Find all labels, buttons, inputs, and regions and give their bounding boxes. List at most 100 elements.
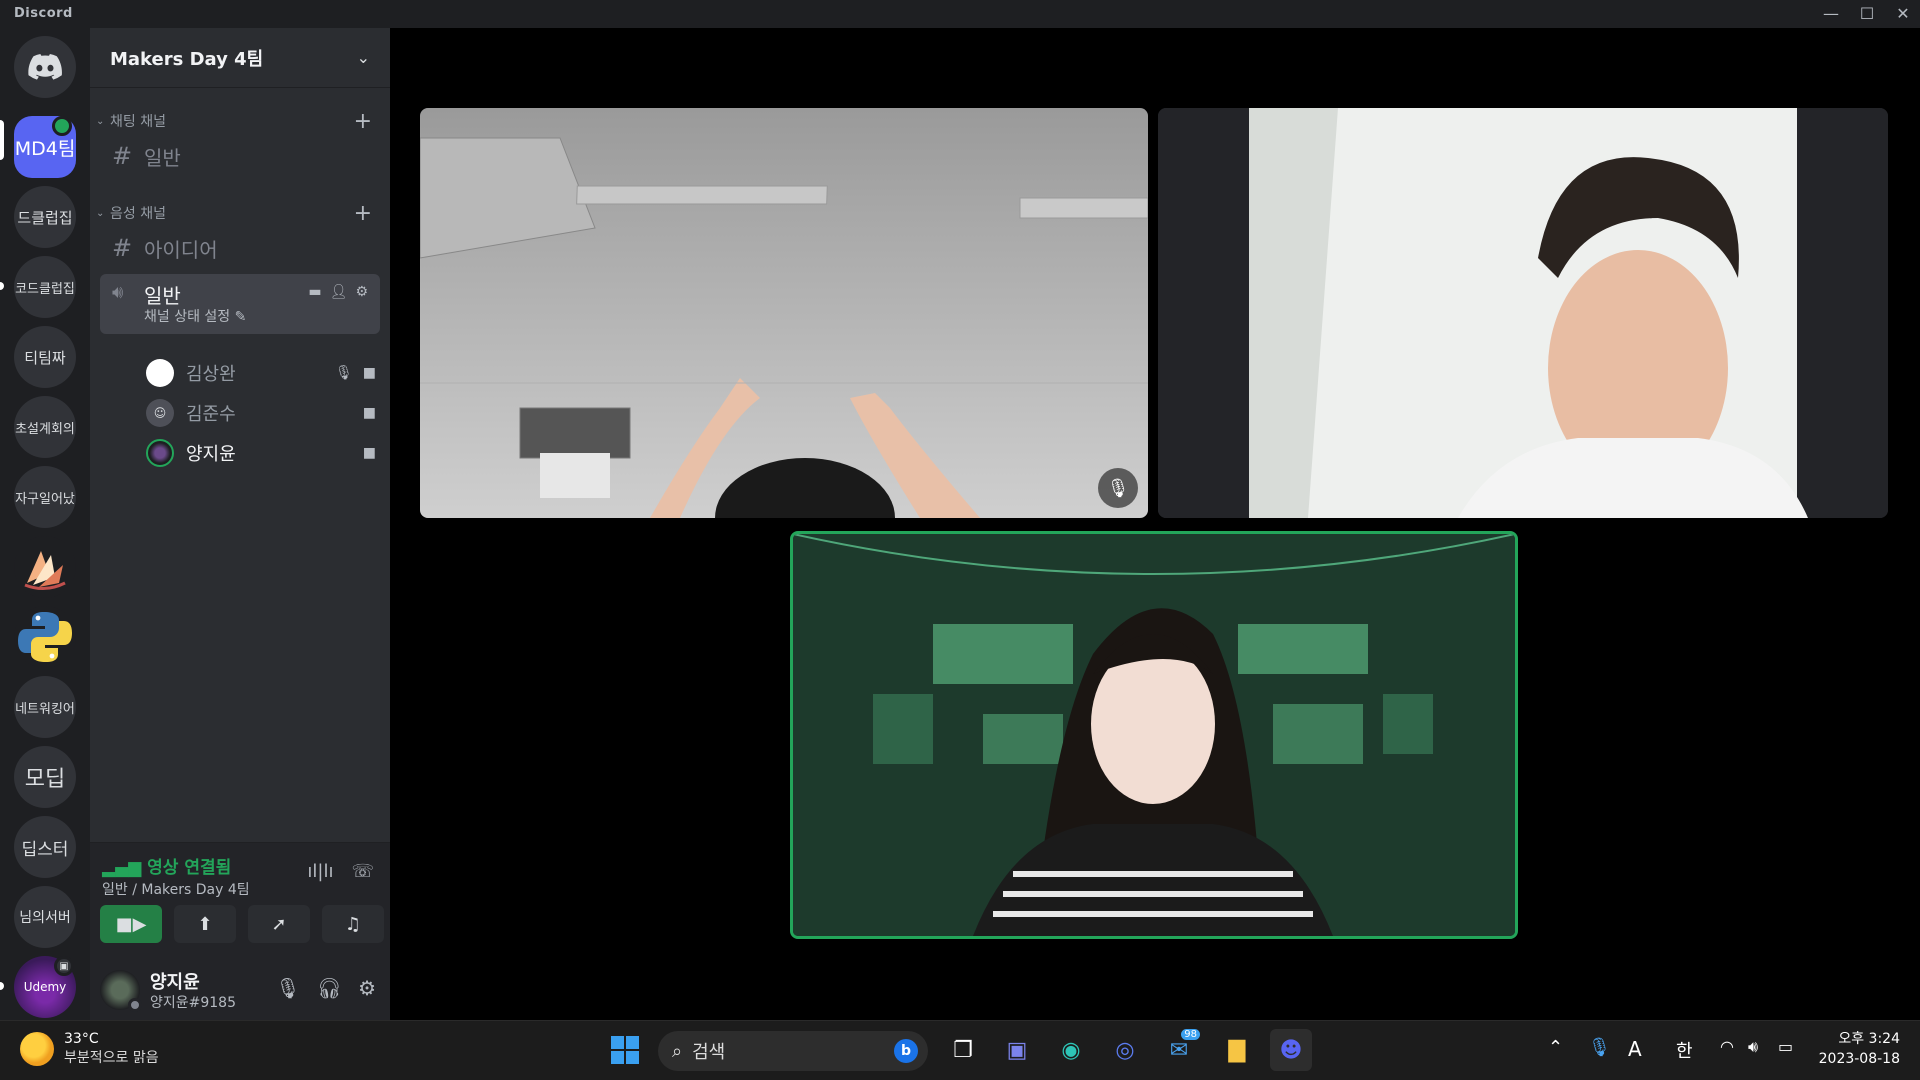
maximize-icon[interactable]: ☐ <box>1850 2 1884 26</box>
video-icon: ■ <box>362 405 376 421</box>
gear-icon[interactable]: ⚙ <box>355 284 368 300</box>
guild-sidebar: MD4팀 드클럽집 코드클럽집 티팀짜 초설계회의 자구일어났 네트워킹어 모딥… <box>0 28 90 1020</box>
user-tag: 양지윤#9185 <box>150 995 236 1011</box>
video-tile[interactable]: 🎙︎ <box>420 108 1148 518</box>
microphone-tray-icon[interactable]: 🎙︎ <box>1588 1037 1611 1058</box>
mic-muted-icon: 🎙︎ <box>1098 468 1138 508</box>
category-label: 음성 채널 <box>110 206 166 222</box>
settings-gear-icon[interactable]: ⚙ <box>358 976 376 1000</box>
voice-status: ▂▄▆ 영상 연결됨 <box>102 853 231 878</box>
channel-text-general[interactable]: # 일반 <box>100 138 380 174</box>
weather-temp: 33°C <box>64 1031 99 1047</box>
channel-name: 일반 <box>144 284 181 308</box>
discord-taskbar-icon[interactable]: ☻ <box>1270 1029 1312 1071</box>
guild-label: 초설계회의 <box>15 421 75 437</box>
taskbar-search[interactable]: ⌕ 검색 b <box>658 1031 928 1071</box>
guild-item[interactable]: 딥스터 <box>14 816 76 878</box>
speaker-icon: 🔊︎ <box>112 282 124 303</box>
chevron-up-icon[interactable]: ⌃ <box>1548 1037 1563 1058</box>
guild-item[interactable]: 네트워킹어 <box>14 676 76 738</box>
taskbar: 33°C 부분적으로 맑음 ⌕ 검색 b ❐ ▣ ◉ ◎ ✉ 98 ▇ ☻ ⌃ … <box>0 1020 1920 1080</box>
server-header[interactable]: Makers Day 4팀 ⌄ <box>90 28 390 88</box>
video-icon: ■ <box>362 365 376 381</box>
server-name: Makers Day 4팀 <box>110 48 264 70</box>
add-channel-icon[interactable]: + <box>354 109 372 134</box>
weather-desc: 부분적으로 맑음 <box>64 1050 159 1066</box>
weather-sun-icon <box>20 1032 54 1066</box>
minimize-icon[interactable]: — <box>1814 2 1848 26</box>
channel-status[interactable]: 채널 상태 설정 ✎ <box>144 306 246 326</box>
guild-label: 코드클럽집 <box>15 281 75 297</box>
category-voice[interactable]: ⌄ 음성 채널 + <box>96 201 380 226</box>
self-video-tile[interactable] <box>790 531 1518 939</box>
discord-home-icon[interactable] <box>14 36 76 98</box>
guild-item[interactable]: 코드클럽집 <box>14 256 76 318</box>
guild-label: MD4팀 <box>14 137 76 160</box>
clock-time: 오후 3:24 <box>1838 1031 1900 1047</box>
noise-suppression-icon[interactable]: ıl|lı <box>307 861 333 882</box>
video-tile[interactable] <box>1158 108 1888 518</box>
voice-channel-path[interactable]: 일반 / Makers Day 4팀 <box>102 879 250 899</box>
user-name[interactable]: 양지윤 <box>150 968 200 994</box>
invite-icon[interactable]: 👤︎ <box>330 284 348 300</box>
guild-item[interactable]: 드클럽집 <box>14 186 76 248</box>
voice-user[interactable]: 양지윤 ■ <box>146 436 376 470</box>
chat-icon[interactable]: ▬ <box>308 284 321 300</box>
guild-label: 모딥 <box>24 767 66 792</box>
teams-chat-icon[interactable]: ▣ <box>996 1029 1038 1071</box>
active-guild-pill <box>0 120 4 160</box>
caret-down-icon: ⌄ <box>96 207 105 219</box>
add-channel-icon[interactable]: + <box>354 201 372 226</box>
mail-icon[interactable]: ✉ 98 <box>1158 1029 1200 1071</box>
guild-item[interactable]: 티팀짜 <box>14 326 76 388</box>
headphones-icon[interactable]: 🎧︎ <box>317 976 342 1000</box>
guild-label: 딥스터 <box>21 839 69 860</box>
guild-item[interactable]: 자구일어났 <box>14 466 76 528</box>
video-toggle-button[interactable]: ■▶ <box>100 905 162 943</box>
category-text[interactable]: ⌄ 채팅 채널 + <box>96 109 380 134</box>
caret-down-icon: ⌄ <box>96 115 105 127</box>
volume-icon[interactable]: 🔊︎ <box>1748 1037 1758 1057</box>
video-icon: ■ <box>362 445 376 461</box>
ime-han-indicator[interactable]: 한 <box>1676 1037 1693 1063</box>
file-explorer-icon[interactable]: ▇ <box>1216 1029 1258 1071</box>
bing-icon[interactable]: b <box>894 1039 918 1063</box>
mic-muted-icon: 🎙︎ <box>334 365 353 381</box>
python-server-icon[interactable] <box>14 606 76 668</box>
soundboard-icon: ♫ <box>344 913 362 935</box>
edge-icon[interactable]: ◉ <box>1050 1029 1092 1071</box>
app-icon[interactable]: ◎ <box>1104 1029 1146 1071</box>
screen-share-button[interactable]: ⬆ <box>174 905 236 943</box>
voice-user[interactable]: 김상완 🎙︎ ■ <box>146 356 376 390</box>
task-view-icon[interactable]: ❐ <box>942 1029 984 1071</box>
camera-icon: ■▶ <box>115 913 147 935</box>
clock[interactable]: 오후 3:24 2023-08-18 <box>1819 1029 1900 1069</box>
channel-status-text: 채널 상태 설정 <box>144 309 231 325</box>
book-server-icon[interactable] <box>14 536 76 598</box>
close-icon[interactable]: ✕ <box>1886 2 1920 26</box>
weather-widget[interactable]: 33°C 부분적으로 맑음 <box>20 1031 159 1067</box>
channel-voice-general[interactable]: 🔊︎ 일반 채널 상태 설정 ✎ ▬ 👤︎ ⚙ <box>100 274 380 334</box>
avatar <box>146 359 174 387</box>
microphone-icon[interactable]: 🎙︎ <box>275 976 300 1000</box>
activity-button[interactable]: ➚ <box>248 905 310 943</box>
guild-label: 네트워킹어 <box>15 701 75 717</box>
channel-name: 일반 <box>144 145 181 170</box>
voice-connection-panel: ▂▄▆ 영상 연결됨 일반 / Makers Day 4팀 ıl|lı ☏ ■▶… <box>90 842 390 958</box>
channel-name: 아이디어 <box>144 237 218 262</box>
disconnect-icon[interactable]: ☏ <box>351 861 374 882</box>
channel-idea[interactable]: # 아이디어 <box>100 230 380 266</box>
ime-a-indicator[interactable]: A <box>1628 1037 1642 1061</box>
guild-item[interactable]: 모딥 <box>14 746 76 808</box>
soundboard-button[interactable]: ♫ <box>322 905 384 943</box>
guild-item[interactable]: 초설계회의 <box>14 396 76 458</box>
rocket-icon: ➚ <box>271 913 287 935</box>
guild-item[interactable]: 님의서버 <box>14 886 76 948</box>
battery-icon[interactable]: ▭ <box>1778 1037 1793 1056</box>
voice-user[interactable]: ☺ 김준수 ■ <box>146 396 376 430</box>
wifi-icon[interactable]: ◠ <box>1720 1037 1734 1056</box>
windows-icon <box>611 1036 639 1064</box>
guild-label: 티팀짜 <box>24 348 66 367</box>
start-button[interactable] <box>604 1029 646 1071</box>
unread-pill <box>0 982 4 990</box>
